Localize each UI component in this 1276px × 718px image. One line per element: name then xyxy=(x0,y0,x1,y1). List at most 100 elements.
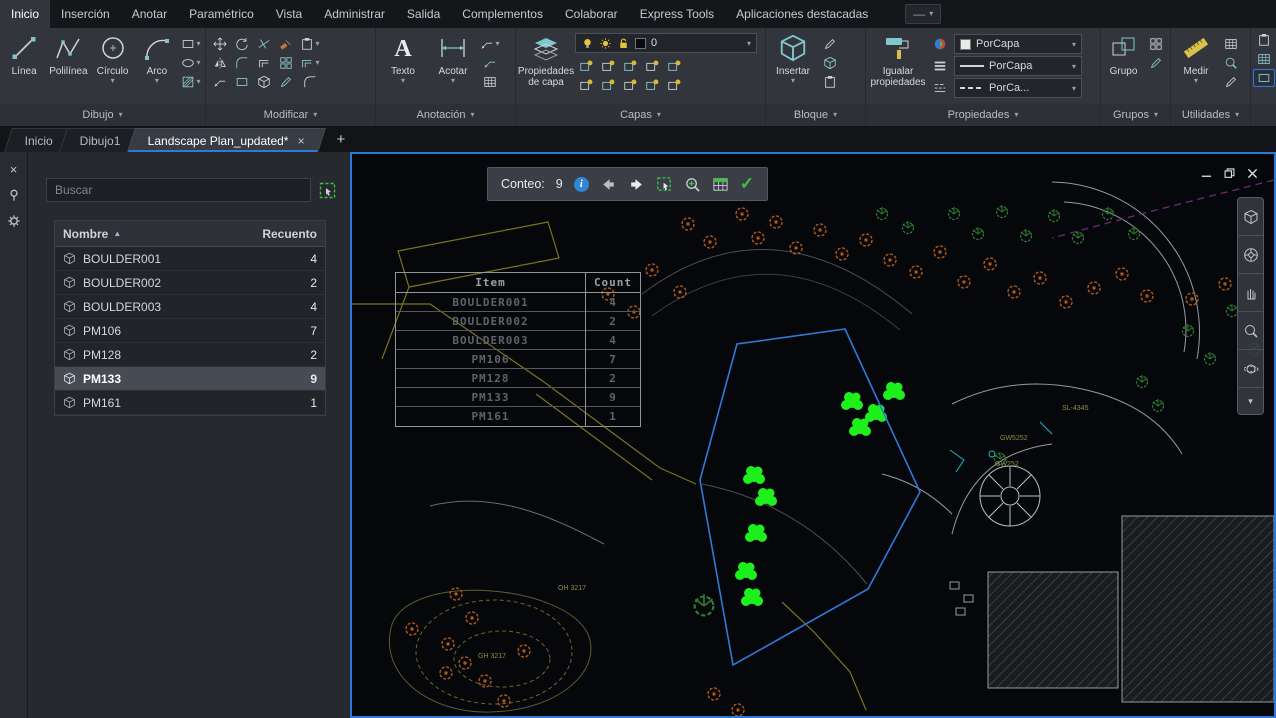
finish-count-button[interactable]: ✓ xyxy=(740,174,754,194)
acotar-button[interactable]: Acotar ▾ xyxy=(429,31,477,103)
hatch-tool-button[interactable]: ▾ xyxy=(180,73,202,91)
mirror-button[interactable] xyxy=(209,54,231,72)
count-tool-button[interactable] xyxy=(1252,69,1275,87)
table-button[interactable] xyxy=(479,73,501,91)
ribbon-tab-complementos[interactable]: Complementos xyxy=(451,0,554,28)
count-row-boulder001[interactable]: BOULDER001 4 xyxy=(55,247,325,271)
name-column-header[interactable]: Nombre xyxy=(63,227,108,241)
steering-wheel-button[interactable] xyxy=(1238,236,1263,274)
navbar-more-button[interactable]: ▾ xyxy=(1238,388,1263,414)
layer-off-button[interactable] xyxy=(663,57,685,75)
grupo-button[interactable]: Grupo xyxy=(1104,31,1143,103)
linetype-select[interactable]: PorCa... ▾ xyxy=(954,78,1082,98)
palette-close-button[interactable]: × xyxy=(4,160,24,178)
lineweight-list-button[interactable] xyxy=(929,57,951,75)
panel-label-dibujo[interactable]: Dibujo ▾ xyxy=(0,104,205,126)
color-wheel-button[interactable] xyxy=(929,35,951,53)
orbit-button[interactable] xyxy=(1238,350,1263,388)
ribbon-tab-inicio[interactable]: Inicio xyxy=(0,0,51,28)
object-color-select[interactable]: PorCapa ▾ xyxy=(954,34,1082,54)
chamfer-button[interactable] xyxy=(299,73,321,91)
trim-button[interactable] xyxy=(253,35,275,53)
layer-thaw-button[interactable] xyxy=(597,76,619,94)
ellipse-tool-button[interactable]: ▾ xyxy=(180,54,202,72)
rectangle-tool-button[interactable]: ▾ xyxy=(180,35,202,53)
count-row-boulder003[interactable]: BOULDER003 4 xyxy=(55,295,325,319)
ribbon-tab-parametrico[interactable]: Paramétrico xyxy=(178,0,265,28)
panel-label-propiedades[interactable]: Propiedades ▾ xyxy=(866,104,1100,126)
drawing-viewport[interactable]: Item Count BOULDER001 4 BOULDER002 2 BOULD… xyxy=(350,152,1276,718)
lineweight-select[interactable]: PorCapa ▾ xyxy=(954,56,1082,76)
leader-button[interactable] xyxy=(479,54,501,72)
select-objects-icon[interactable] xyxy=(319,182,336,199)
panel-label-capas[interactable]: Capas ▾ xyxy=(516,104,765,126)
info-icon[interactable]: i xyxy=(573,176,589,192)
quick-calc-button[interactable] xyxy=(1220,35,1242,53)
layer-lock-button[interactable] xyxy=(641,57,663,75)
id-point-button[interactable] xyxy=(1220,54,1242,72)
select-region-button[interactable] xyxy=(656,176,673,193)
move-button[interactable] xyxy=(209,35,231,53)
texto-button[interactable]: A Texto ▾ xyxy=(379,31,427,103)
insert-count-table-button[interactable] xyxy=(712,176,729,193)
zoom-button[interactable] xyxy=(1238,312,1263,350)
layer-state-button[interactable] xyxy=(575,57,597,75)
circulo-button[interactable]: Círculo ▾ xyxy=(92,31,134,103)
medir-button[interactable]: Medir ▾ xyxy=(1174,31,1218,103)
linea-button[interactable]: Línea xyxy=(3,31,45,103)
linetype-list-button[interactable] xyxy=(929,79,951,97)
fillet-button[interactable] xyxy=(231,54,253,72)
extend-button[interactable]: ▾ xyxy=(299,54,321,72)
ribbon-tab-vista[interactable]: Vista xyxy=(265,0,313,28)
count-row-pm128[interactable]: PM128 2 xyxy=(55,343,325,367)
file-tab-landscape-plan[interactable]: Landscape Plan_updated* × xyxy=(126,128,326,152)
edit-block-button[interactable] xyxy=(819,35,841,53)
multileader-button[interactable]: ▾ xyxy=(479,35,501,53)
ribbon-tab-insercion[interactable]: Inserción xyxy=(50,0,121,28)
count-row-boulder002[interactable]: BOULDER002 2 xyxy=(55,271,325,295)
polilinea-button[interactable]: Polilínea xyxy=(47,31,89,103)
propiedades-capa-button[interactable]: Propiedades de capa xyxy=(518,31,574,103)
igualar-propiedades-button[interactable]: Igualar propiedades xyxy=(869,31,927,103)
ribbon-tab-colaborar[interactable]: Colaborar xyxy=(554,0,629,28)
ungroup-button[interactable] xyxy=(1145,35,1167,53)
ribbon-tab-anotar[interactable]: Anotar xyxy=(121,0,178,28)
minimize-icon[interactable] xyxy=(1201,168,1212,179)
drawing-canvas[interactable] xyxy=(352,154,1274,716)
viewcube-button[interactable] xyxy=(1238,198,1263,236)
ribbon-tab-salida[interactable]: Salida xyxy=(396,0,451,28)
create-block-button[interactable] xyxy=(819,54,841,72)
count-column-header[interactable]: Recuento xyxy=(262,227,317,241)
layer-freeze-button[interactable] xyxy=(619,57,641,75)
ribbon-tab-administrar[interactable]: Administrar xyxy=(313,0,396,28)
rotate-button[interactable] xyxy=(231,35,253,53)
explode-button[interactable] xyxy=(253,73,275,91)
new-tab-button[interactable]: + xyxy=(331,131,352,148)
layer-isolate-button[interactable] xyxy=(597,57,619,75)
quick-select-button[interactable] xyxy=(1220,73,1242,91)
restore-icon[interactable] xyxy=(1224,168,1235,179)
panel-label-grupos[interactable]: Grupos ▾ xyxy=(1101,104,1170,126)
zoom-to-selection-button[interactable] xyxy=(684,176,701,193)
insertar-button[interactable]: Insertar ▾ xyxy=(769,31,817,103)
close-tab-icon[interactable]: × xyxy=(297,134,304,148)
paste-button[interactable] xyxy=(1253,31,1275,49)
previous-arrow-button[interactable] xyxy=(600,176,617,193)
count-row-pm133[interactable]: PM133 9 xyxy=(55,367,325,391)
count-table-header[interactable]: Nombre ▲ Recuento xyxy=(55,221,325,247)
layer-select[interactable]: 0 ▾ xyxy=(575,33,757,53)
layer-unlock-button[interactable] xyxy=(619,76,641,94)
panel-label-modificar[interactable]: Modificar ▾ xyxy=(206,104,375,126)
array-button[interactable] xyxy=(275,54,297,72)
close-icon[interactable] xyxy=(1247,168,1258,179)
palette-properties-button[interactable] xyxy=(4,212,24,230)
count-row-pm106[interactable]: PM106 7 xyxy=(55,319,325,343)
group-edit-button[interactable] xyxy=(1145,54,1167,72)
arco-button[interactable]: Arco ▾ xyxy=(136,31,178,103)
next-arrow-button[interactable] xyxy=(628,176,645,193)
ribbon-options-button[interactable]: — ▾ xyxy=(905,4,942,24)
panel-label-utilidades[interactable]: Utilidades ▾ xyxy=(1171,104,1250,126)
panel-label-anotacion[interactable]: Anotación ▾ xyxy=(376,104,515,126)
count-row-pm161[interactable]: PM161 1 xyxy=(55,391,325,415)
erase-button[interactable] xyxy=(275,35,297,53)
